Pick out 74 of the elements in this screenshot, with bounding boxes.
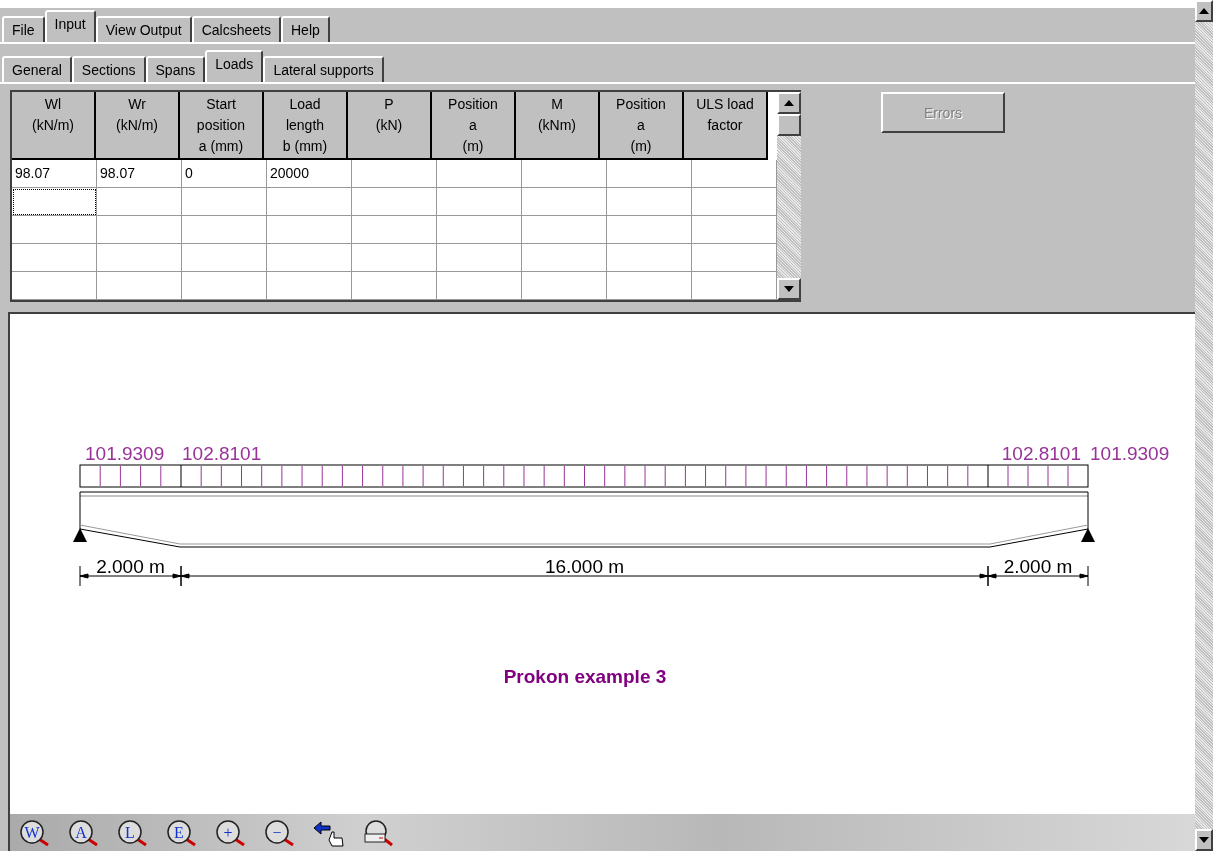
column-header: M (kNm) <box>516 92 600 160</box>
table-cell[interactable]: 98.07 <box>97 160 182 188</box>
table-cell[interactable] <box>267 216 352 244</box>
table-cell[interactable] <box>522 272 607 300</box>
table-cell[interactable] <box>607 188 692 216</box>
table-cell[interactable] <box>12 272 97 300</box>
table-cell[interactable] <box>522 160 607 188</box>
column-header: Load length b (mm) <box>264 92 348 160</box>
down-arrow-icon[interactable] <box>784 286 794 292</box>
dimension-label: 2.000 m <box>1003 556 1073 577</box>
table-cell[interactable] <box>522 188 607 216</box>
table-cell[interactable] <box>352 188 437 216</box>
table-cell[interactable] <box>352 160 437 188</box>
column-header: ULS load factor <box>684 92 768 160</box>
table-cell[interactable] <box>267 272 352 300</box>
column-header: Position a (m) <box>600 92 684 160</box>
table-cell[interactable] <box>267 188 352 216</box>
table-cell[interactable] <box>437 272 522 300</box>
table-cell[interactable] <box>12 188 97 216</box>
table-cell[interactable] <box>182 216 267 244</box>
load-value: 102.8101 <box>1001 443 1081 464</box>
up-arrow-icon[interactable] <box>1199 8 1209 14</box>
table-cell[interactable] <box>607 216 692 244</box>
dimension-label: 16.000 m <box>544 556 625 577</box>
table-cell[interactable] <box>182 244 267 272</box>
table-cell[interactable] <box>267 244 352 272</box>
table-cell[interactable]: 20000 <box>267 160 352 188</box>
table-cell[interactable]: 0 <box>182 160 267 188</box>
table-cell[interactable] <box>437 216 522 244</box>
scrollbar[interactable] <box>777 92 801 300</box>
table-cell[interactable] <box>97 244 182 272</box>
table-cell[interactable] <box>12 216 97 244</box>
load-value: 101.9309 <box>1090 443 1170 464</box>
table-cell[interactable] <box>97 272 182 300</box>
tab[interactable]: Input <box>44 10 96 42</box>
table-cell[interactable] <box>12 244 97 272</box>
column-header: P (kN) <box>348 92 432 160</box>
table-cell[interactable] <box>437 244 522 272</box>
table-cell[interactable] <box>352 244 437 272</box>
tab[interactable]: Help <box>281 16 330 42</box>
column-header: Position a (m) <box>432 92 516 160</box>
table-cell[interactable] <box>97 216 182 244</box>
table-cell[interactable] <box>607 244 692 272</box>
column-header: Wr (kN/m) <box>96 92 180 160</box>
column-header: Start position a (mm) <box>180 92 264 160</box>
tab[interactable]: Spans <box>145 56 206 82</box>
tab[interactable]: Calcsheets <box>191 16 281 42</box>
dimension-label: 2.000 m <box>96 556 165 577</box>
table-cell[interactable] <box>437 188 522 216</box>
table-cell[interactable] <box>352 272 437 300</box>
table-cell[interactable] <box>607 160 692 188</box>
up-arrow-icon[interactable] <box>784 100 794 106</box>
table-cell[interactable] <box>437 160 522 188</box>
tab[interactable]: View Output <box>95 16 192 42</box>
scroll-thumb[interactable] <box>777 114 801 136</box>
table-cell[interactable] <box>352 216 437 244</box>
table-cell[interactable] <box>182 272 267 300</box>
table-cell[interactable] <box>522 244 607 272</box>
tab[interactable]: Loads <box>205 50 264 82</box>
tab[interactable]: Sections <box>71 56 146 82</box>
table-cell[interactable] <box>182 188 267 216</box>
table-cell[interactable] <box>607 272 692 300</box>
diagram-title: Prokon example 3 <box>503 666 667 687</box>
load-value: 101.9309 <box>85 443 165 464</box>
table-cell[interactable] <box>522 216 607 244</box>
load-value: 102.8101 <box>182 443 262 464</box>
toolbar-button[interactable] <box>361 817 395 848</box>
tab[interactable]: File <box>2 16 45 42</box>
column-header: Wl (kN/m) <box>12 92 96 160</box>
down-arrow-icon[interactable] <box>1199 837 1209 843</box>
tab[interactable]: Lateral supports <box>263 56 384 82</box>
table-cell[interactable] <box>97 188 182 216</box>
table-cell[interactable]: 98.07 <box>12 160 97 188</box>
tab[interactable]: General <box>2 56 72 82</box>
